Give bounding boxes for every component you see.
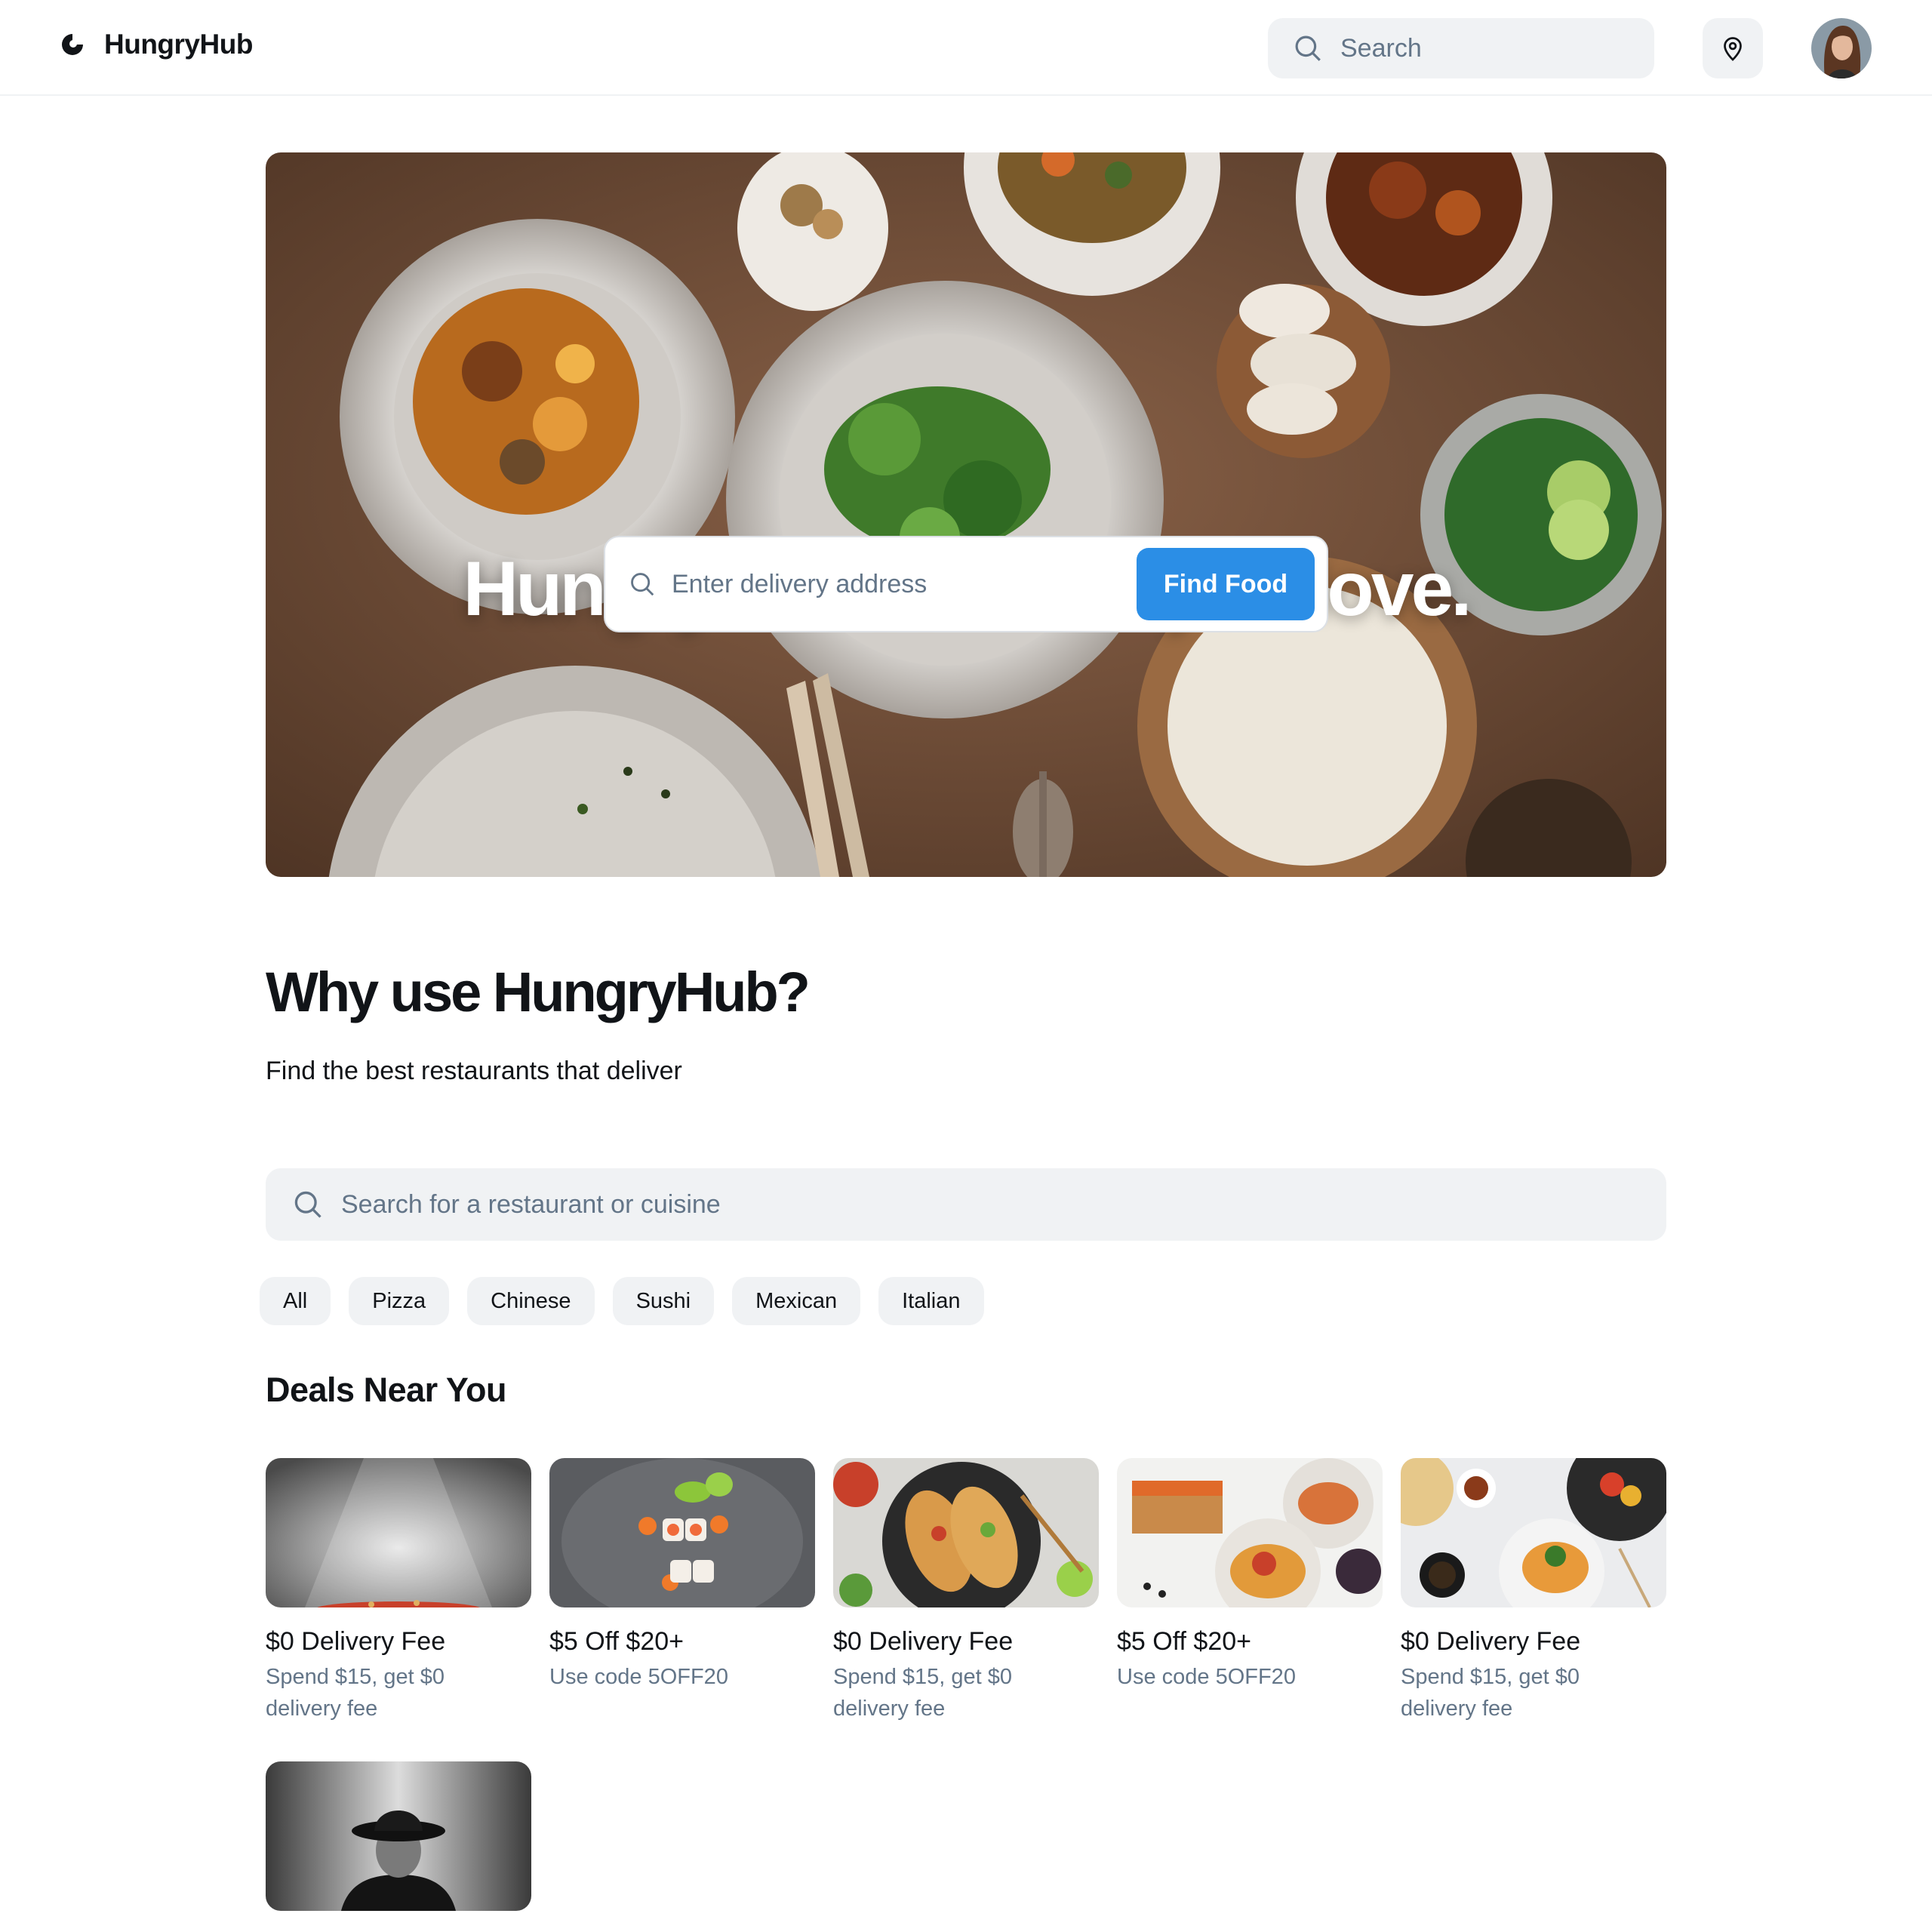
deal-image — [1117, 1458, 1383, 1607]
category-chip-sushi[interactable]: Sushi — [612, 1277, 715, 1325]
deal-card[interactable]: $0 Delivery Fee Spend $15, get $0 delive… — [1401, 1458, 1666, 1724]
deal-image — [833, 1458, 1099, 1607]
map-pin-icon — [1724, 37, 1742, 61]
deal-description: Use code 5OFF20 — [1117, 1665, 1296, 1689]
category-chip-pizza[interactable]: Pizza — [349, 1277, 450, 1325]
hero-banner: Hungry? Order food you love. Find Food — [266, 152, 1666, 877]
category-chip-mexican[interactable]: Mexican — [732, 1277, 861, 1325]
deal-title: $0 Delivery Fee — [1401, 1627, 1581, 1656]
deal-card[interactable]: $5 Off $20+ Use code 5OFF20 — [549, 1458, 815, 1693]
brand[interactable]: HungryHub — [60, 29, 253, 60]
brand-name: HungryHub — [104, 29, 253, 60]
deal-title: $5 Off $20+ — [549, 1627, 685, 1656]
category-filter-chips: All Pizza Chinese Sushi Mexican Italian — [260, 1277, 984, 1325]
deal-card[interactable] — [266, 1761, 531, 1911]
location-button[interactable] — [1703, 18, 1763, 78]
search-icon — [294, 1191, 321, 1218]
search-icon — [631, 573, 654, 596]
header-search[interactable] — [1268, 18, 1654, 78]
deal-card[interactable]: $0 Delivery Fee Spend $15, get $0 delive… — [833, 1458, 1099, 1724]
deal-description: Spend $15, get $0 delivery fee — [266, 1665, 445, 1721]
deal-card[interactable]: $5 Off $20+ Use code 5OFF20 — [1117, 1458, 1383, 1693]
restaurant-search-input[interactable] — [341, 1189, 1549, 1220]
user-avatar[interactable] — [1811, 18, 1872, 78]
avatar-image — [1811, 18, 1872, 78]
deal-title: $5 Off $20+ — [1117, 1627, 1252, 1656]
deal-title: $0 Delivery Fee — [833, 1627, 1014, 1656]
deal-image — [266, 1761, 531, 1911]
deals-section-title: Deals Near You — [266, 1371, 507, 1409]
search-icon — [1295, 35, 1321, 61]
deal-description: Spend $15, get $0 delivery fee — [1401, 1665, 1580, 1721]
find-food-button[interactable]: Find Food — [1137, 548, 1315, 620]
deal-title: $0 Delivery Fee — [266, 1627, 446, 1656]
why-section-subtitle: Find the best restaurants that deliver — [266, 1057, 682, 1085]
category-chip-all[interactable]: All — [260, 1277, 331, 1325]
top-navigation-bar: HungryHub — [0, 0, 1932, 96]
hero-food-image — [266, 152, 1666, 877]
deal-image — [266, 1458, 531, 1607]
deal-description: Use code 5OFF20 — [549, 1665, 728, 1689]
why-section-title: Why use HungryHub? — [266, 961, 811, 1023]
deal-card[interactable]: $0 Delivery Fee Spend $15, get $0 delive… — [266, 1458, 531, 1724]
delivery-address-search[interactable]: Find Food — [604, 536, 1328, 632]
restaurant-search[interactable] — [266, 1168, 1666, 1241]
deal-description: Spend $15, get $0 delivery fee — [833, 1665, 1013, 1721]
category-chip-chinese[interactable]: Chinese — [467, 1277, 595, 1325]
deal-image — [549, 1458, 815, 1607]
header-search-input[interactable] — [1340, 33, 1627, 63]
category-chip-italian[interactable]: Italian — [878, 1277, 984, 1325]
brand-logo-icon — [62, 34, 83, 55]
delivery-address-input[interactable] — [672, 569, 1124, 599]
deal-image — [1401, 1458, 1666, 1607]
